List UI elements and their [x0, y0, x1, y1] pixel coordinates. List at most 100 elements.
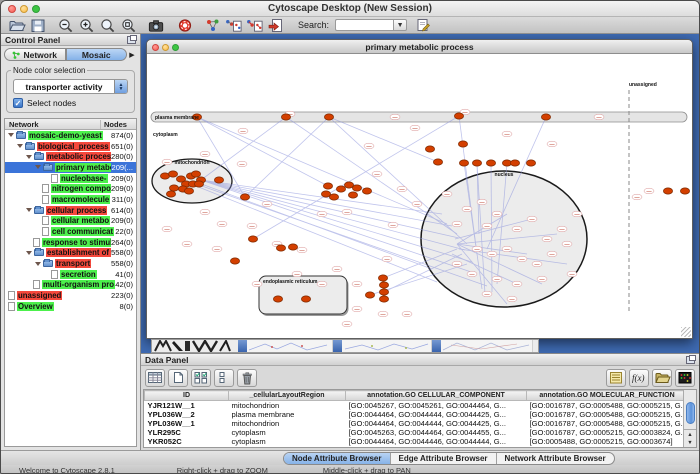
- table-row[interactable]: YPL036W__1mitochondrion[GO:0044464, GO:0…: [145, 419, 688, 428]
- tree-row-mosaic-demo-yeast[interactable]: mosaic-demo-yeast874(0): [5, 130, 136, 141]
- import-attributes-button[interactable]: [652, 369, 672, 387]
- tree-row-cell-communicat[interactable]: cell communicat22(0): [5, 226, 136, 237]
- close-icon[interactable]: [8, 5, 16, 13]
- tree-row-unassigned[interactable]: unassigned223(0): [5, 290, 136, 301]
- background-window-thumbnail[interactable]: [441, 340, 533, 352]
- scroll-up-icon[interactable]: ▲: [687, 431, 692, 439]
- tree-row-cellular-process[interactable]: cellular process614(0): [5, 205, 136, 216]
- background-window-thumbnail[interactable]: [342, 340, 432, 352]
- tab-network[interactable]: Network: [4, 48, 66, 61]
- delete-attribute-button[interactable]: [237, 369, 257, 387]
- expand-arrow-icon[interactable]: [35, 262, 41, 266]
- tree-row-biological-process[interactable]: biological_process651(0): [5, 141, 136, 152]
- expand-arrow-icon[interactable]: [17, 144, 23, 148]
- attribute-table: ID_cellularLayoutRegionannotation.GO CEL…: [144, 390, 688, 448]
- orange-nodes[interactable]: [160, 113, 689, 302]
- tree-row-cellular-metabo[interactable]: cellular metabo209(0): [5, 216, 136, 227]
- attribute-matrix-button[interactable]: [675, 369, 695, 387]
- expand-arrow-icon[interactable]: [8, 133, 14, 137]
- minimize-icon[interactable]: [162, 44, 169, 51]
- node-color-combo[interactable]: transporter activity ▲▼: [13, 79, 128, 94]
- search-input[interactable]: [335, 19, 393, 31]
- background-window-titlebar[interactable]: [432, 340, 441, 352]
- tree-row-transport[interactable]: transport558(0): [5, 258, 136, 269]
- tree-row-node-count: 42(0): [115, 280, 136, 289]
- network-from-selected-edges-button[interactable]: [245, 18, 264, 33]
- tree-row-metabolic-process[interactable]: metabolic process280(0): [5, 151, 136, 162]
- network-graph[interactable]: plasma membranecytoplasmmitochondrionnuc…: [147, 54, 692, 338]
- advanced-search-button[interactable]: [413, 18, 432, 33]
- zoom-window-icon[interactable]: [32, 5, 40, 13]
- control-panel: Control Panel Network Mosaic ▶: [1, 34, 141, 450]
- open-button[interactable]: [7, 18, 26, 33]
- zoom-selected-button[interactable]: [119, 18, 138, 33]
- tree-header: Network Nodes: [5, 119, 136, 130]
- table-row[interactable]: YPL036W__2plasma membrane[GO:0044464, GO…: [145, 410, 688, 419]
- tab-overflow-arrow-icon[interactable]: ▶: [127, 48, 137, 61]
- zoom-window-icon[interactable]: [172, 44, 179, 51]
- network-canvas[interactable]: plasma membranecytoplasmmitochondrionnuc…: [147, 54, 692, 338]
- tab-node-attribute-browser[interactable]: Node Attribute Browser: [284, 453, 391, 464]
- resize-grip[interactable]: [681, 327, 691, 337]
- titlebar[interactable]: Cytoscape Desktop (New Session): [1, 1, 699, 17]
- column-header[interactable]: ID: [145, 391, 229, 401]
- expand-arrow-icon[interactable]: [26, 251, 32, 255]
- tree-row-nitrogen-compo[interactable]: nitrogen compo209(0): [5, 183, 136, 194]
- tree-row-multi-organism-pro[interactable]: multi-organism pro42(0): [5, 280, 136, 291]
- expand-arrow-icon[interactable]: [35, 165, 41, 169]
- scroll-down-icon[interactable]: ▼: [687, 439, 692, 447]
- select-nodes-checkbox[interactable]: ✓: [13, 98, 23, 108]
- expand-arrow-icon[interactable]: [26, 208, 32, 212]
- tree-row-node-count: 223(0): [111, 291, 136, 300]
- vizmapper-button[interactable]: [266, 18, 285, 33]
- table-row[interactable]: YJR121W__1mitochondrion[GO:0045267, GO:0…: [145, 401, 688, 411]
- help-button[interactable]: [175, 18, 194, 33]
- minimize-icon[interactable]: [20, 5, 28, 13]
- tree-row-establishment-of-lo[interactable]: establishment of lo558(0): [5, 248, 136, 259]
- unselect-attributes-button[interactable]: [214, 369, 234, 387]
- tree-row-primary-metabo[interactable]: primary metabo209(...: [5, 162, 136, 173]
- table-cell: [GO:0044464, GO:0044444, GO:0044425, G..…: [346, 410, 527, 419]
- tab-mosaic[interactable]: Mosaic: [66, 48, 128, 61]
- background-window-thumbnail[interactable]: [247, 340, 333, 352]
- scrollbar-thumb[interactable]: [686, 402, 695, 424]
- zoom-out-button[interactable]: [56, 18, 75, 33]
- tree-row-overview[interactable]: Overview8(0): [5, 301, 136, 312]
- close-icon[interactable]: [152, 44, 159, 51]
- column-header[interactable]: annotation.GO MOLECULAR_FUNCTION: [527, 391, 688, 401]
- control-panel-header: Control Panel: [1, 34, 140, 46]
- column-header[interactable]: _cellularLayoutRegion: [229, 391, 346, 401]
- attribute-table-button[interactable]: [145, 369, 165, 387]
- background-window-titlebar[interactable]: [333, 340, 342, 352]
- save-button[interactable]: [28, 18, 47, 33]
- scrollbar-buttons[interactable]: ▲▼: [684, 429, 696, 447]
- network-view-window[interactable]: primary metabolic process plasma membran…: [146, 39, 693, 339]
- snapshot-button[interactable]: [147, 18, 166, 33]
- tree-row-response-to-stimulu[interactable]: response to stimulu264(0): [5, 237, 136, 248]
- new-attribute-button[interactable]: [168, 369, 188, 387]
- network-from-selected-nodes-button[interactable]: [224, 18, 243, 33]
- float-panel-icon[interactable]: [127, 36, 136, 44]
- tab-network-attribute-browser[interactable]: Network Attribute Browser: [497, 453, 614, 464]
- attribute-list-button[interactable]: [606, 369, 626, 387]
- table-row[interactable]: YKR052Ccytoplasm[GO:0044464, GO:0044446,…: [145, 437, 688, 446]
- folder-icon: [25, 143, 35, 150]
- tree-row-secretion[interactable]: secretion41(0): [5, 269, 136, 280]
- tab-edge-attribute-browser[interactable]: Edge Attribute Browser: [391, 453, 497, 464]
- table-row[interactable]: YLR295Ccytoplasm[GO:0045263, GO:0044464,…: [145, 428, 688, 437]
- select-attributes-button[interactable]: [191, 369, 211, 387]
- table-scrollbar[interactable]: ▲▼: [683, 390, 696, 447]
- float-panel-icon[interactable]: [686, 356, 695, 364]
- create-network-button[interactable]: [203, 18, 222, 33]
- expand-arrow-icon[interactable]: [26, 155, 32, 159]
- tree-row-macromolecule[interactable]: macromolecule311(0): [5, 194, 136, 205]
- zoom-in-button[interactable]: [77, 18, 96, 33]
- search-dropdown-icon[interactable]: ▼: [393, 19, 407, 31]
- formula-builder-button[interactable]: f(x): [629, 369, 649, 387]
- column-header[interactable]: annotation.GO CELLULAR_COMPONENT: [346, 391, 527, 401]
- table-row[interactable]: YDR039C__1mitochondrion[GO:0044464, GO:0…: [145, 446, 688, 448]
- background-window-titlebar[interactable]: [238, 340, 247, 352]
- tree-row-nucleobase-[interactable]: nucleobase-209(0): [5, 173, 136, 184]
- network-window-titlebar[interactable]: primary metabolic process: [147, 40, 692, 54]
- zoom-fit-button[interactable]: [98, 18, 117, 33]
